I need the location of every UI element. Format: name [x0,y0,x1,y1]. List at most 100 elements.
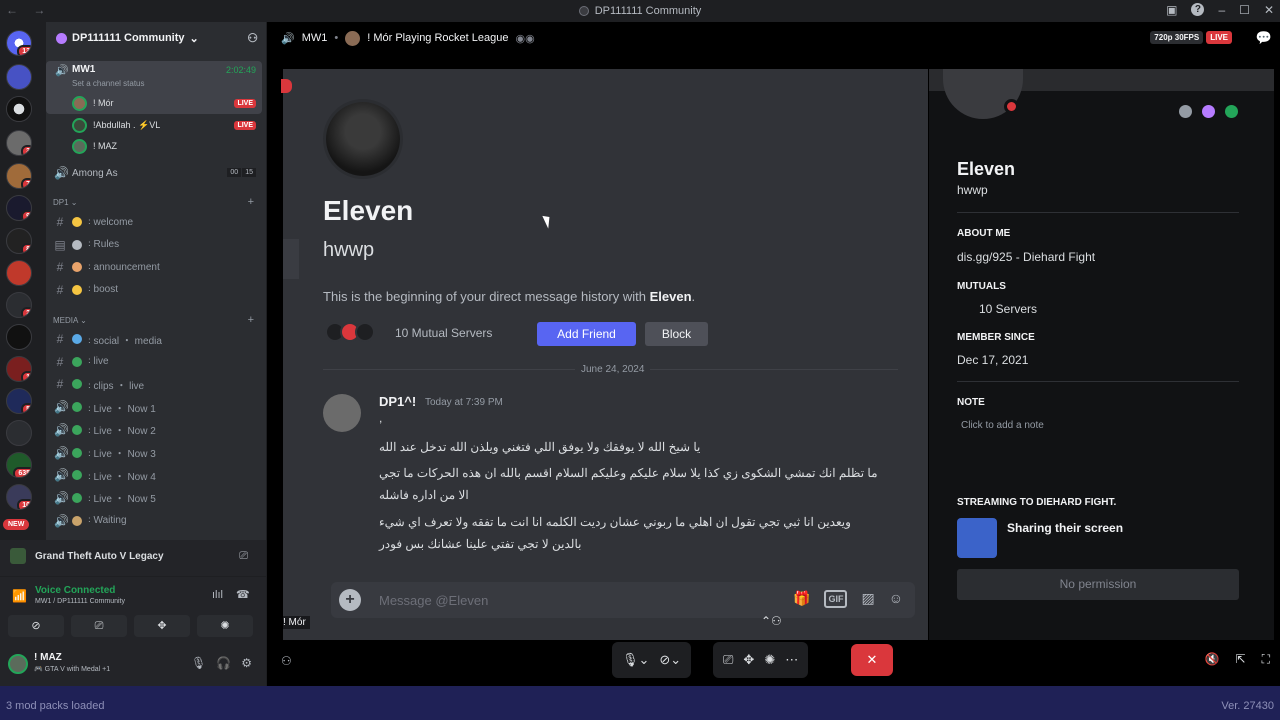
camera-off-button[interactable]: ⊘ [8,615,64,637]
channel-item[interactable]: # ꞉ live [54,353,109,371]
microphone-icon[interactable]: 🎙⌄ [622,652,649,668]
microphone-icon[interactable]: 🎙 [191,656,206,670]
server-icon[interactable]: 7 [6,163,32,189]
close-button[interactable]: ✕ [1264,3,1274,17]
back-forward-icon[interactable]: ← → [6,3,51,17]
mutual-servers-link[interactable]: 10 Mutual Servers [395,326,492,340]
no-permission-button[interactable]: No permission [957,569,1239,600]
mic-camera-controls: 🎙⌄ ⊘⌄ [612,642,692,678]
minimize-button[interactable]: – [1218,3,1225,17]
server-icon[interactable] [6,64,32,90]
end-stream-button[interactable]: ✕ [851,644,893,676]
add-friend-button[interactable]: Add Friend [537,322,636,346]
mention-badge: 3 [21,145,31,155]
channel-item[interactable]: 🔊 ꞉ Live ・ Now 2 [54,421,156,439]
channel-name: ꞉ clips ・ live [88,380,145,392]
voice-channel-among-as[interactable]: 🔊 Among As [54,164,118,182]
maximize-button[interactable]: ☐ [1239,3,1250,17]
signal-icon[interactable]: 📶 [12,589,27,603]
mention-badge: 8 [21,243,31,253]
streaming-text: Sharing their screen [1007,521,1124,535]
date-label: June 24, 2024 [575,364,651,375]
channel-item[interactable]: 🔊 ꞉ Live ・ Now 1 [54,398,156,416]
message-input[interactable]: Message @Eleven [379,593,488,608]
category-media[interactable]: MEDIA ⌄ [53,316,87,325]
soundboard-button[interactable]: ✺ [197,615,253,637]
gear-icon[interactable]: ⚙ [241,656,252,670]
emoji-icon[interactable]: ☺ [889,590,903,608]
fullscreen-icon[interactable]: ⛶ [1262,652,1270,667]
server-header[interactable]: DP111111 Community ⌄ ⚇ [46,22,266,54]
server-icon[interactable] [6,324,32,350]
popout-icon[interactable]: ⇱ [1236,652,1246,667]
screen-share-icon[interactable]: ⎚ [723,652,733,668]
channel-item[interactable]: ▤ ꞉ Rules [54,236,119,254]
server-icon[interactable]: 3 [6,130,32,156]
activities-icon[interactable]: ✥ [743,652,754,668]
activity-game-name: Grand Theft Auto V Legacy [35,551,164,562]
disconnect-icon[interactable]: ☎ [236,588,250,601]
voice-user[interactable]: ! Mór [72,94,114,112]
server-icon[interactable]: 635 [6,452,32,478]
avatar[interactable] [323,394,361,432]
voice-connection-panel: 📶 Voice Connected MW1 / DP111111 Communi… [0,577,266,642]
home-button[interactable]: 13 [6,30,32,56]
add-channel-icon[interactable]: + [248,196,254,208]
channel-item[interactable]: 🔊 ꞉ Live ・ Now 4 [54,466,156,484]
server-icon[interactable] [6,260,32,286]
headphones-icon[interactable]: 🎧 [216,656,231,670]
new-badge: NEW [3,519,30,530]
channel-item[interactable]: # ꞉ welcome [54,213,133,231]
gif-icon[interactable]: GIF [824,590,848,608]
block-button[interactable]: Block [645,322,708,346]
channel-item[interactable]: # ꞉ clips ・ live [54,375,144,393]
voice-status[interactable]: Voice Connected [35,585,115,596]
server-icon[interactable]: 2 [6,292,32,318]
channel-item[interactable]: # ꞉ boost [54,281,118,299]
channel-item[interactable]: 🔊 ꞉ Live ・ Now 5 [54,489,156,507]
chevron-up-icon[interactable]: ⌃⚇ [761,614,782,628]
mention-badge: 10 [17,499,31,509]
channel-emoji-icon [72,470,82,481]
attach-plus-icon[interactable]: + [339,589,361,611]
server-icon[interactable]: 1 [6,356,32,382]
category-dp1[interactable]: DP1 ⌄ [53,198,78,207]
server-icon[interactable]: 9 [6,195,32,221]
chat-bubble-icon[interactable]: 💬 [1256,30,1272,46]
sticker-icon[interactable]: ▨ [861,590,874,608]
server-icon[interactable]: 8 [6,228,32,254]
message-author[interactable]: DP1^! [379,394,416,409]
soundboard-icon[interactable]: ✺ [764,652,775,668]
invite-icon[interactable]: ⚇ [281,654,292,668]
mutuals-count[interactable]: 10 Servers [979,302,1037,316]
voice-user[interactable]: !Abdullah . ⚡VL [72,116,160,134]
add-member-icon[interactable]: ⚇ [247,31,258,45]
gift-icon[interactable]: 🎁 [793,590,810,608]
voice-user[interactable]: ! MAZ [72,137,117,155]
channel-item[interactable]: # ꞉ announcement [54,258,160,276]
add-channel-icon[interactable]: + [248,314,254,326]
server-icon[interactable] [6,96,32,122]
channel-item[interactable]: # ꞉ social ・ media [54,330,162,348]
note-input[interactable]: Click to add a note [961,420,1044,431]
help-icon[interactable]: ? [1191,3,1205,16]
inbox-icon[interactable]: ▣ [1166,3,1177,17]
avatar[interactable] [8,654,28,674]
badge-icon [1179,105,1192,118]
window-controls: ▣ ? – ☐ ✕ [1166,3,1274,17]
server-icon[interactable] [6,420,32,446]
channel-item[interactable]: 🔊 ꞉ Waiting [54,512,127,530]
server-icon[interactable]: 10 [6,484,32,510]
more-icon[interactable]: ⋯ [785,652,798,668]
screen-share-icon[interactable]: ⎚ [239,550,248,563]
camera-off-icon[interactable]: ⊘⌄ [659,652,681,668]
channel-item[interactable]: 🔊 ꞉ Live ・ Now 3 [54,444,156,462]
screen-share-button[interactable]: ⎚ [71,615,127,637]
volume-mute-icon[interactable]: 🔇 [1205,652,1220,667]
message-composer[interactable]: + Message @Eleven 🎁 GIF ▨ ☺ [331,582,915,618]
noise-suppression-icon[interactable]: ılıl [212,589,223,601]
stream-quality: 720p 30FPS LIVE [1150,31,1232,44]
server-icon[interactable]: 5 [6,388,32,414]
channel-status-input[interactable]: Set a channel status [72,79,145,88]
activities-button[interactable]: ✥ [134,615,190,637]
